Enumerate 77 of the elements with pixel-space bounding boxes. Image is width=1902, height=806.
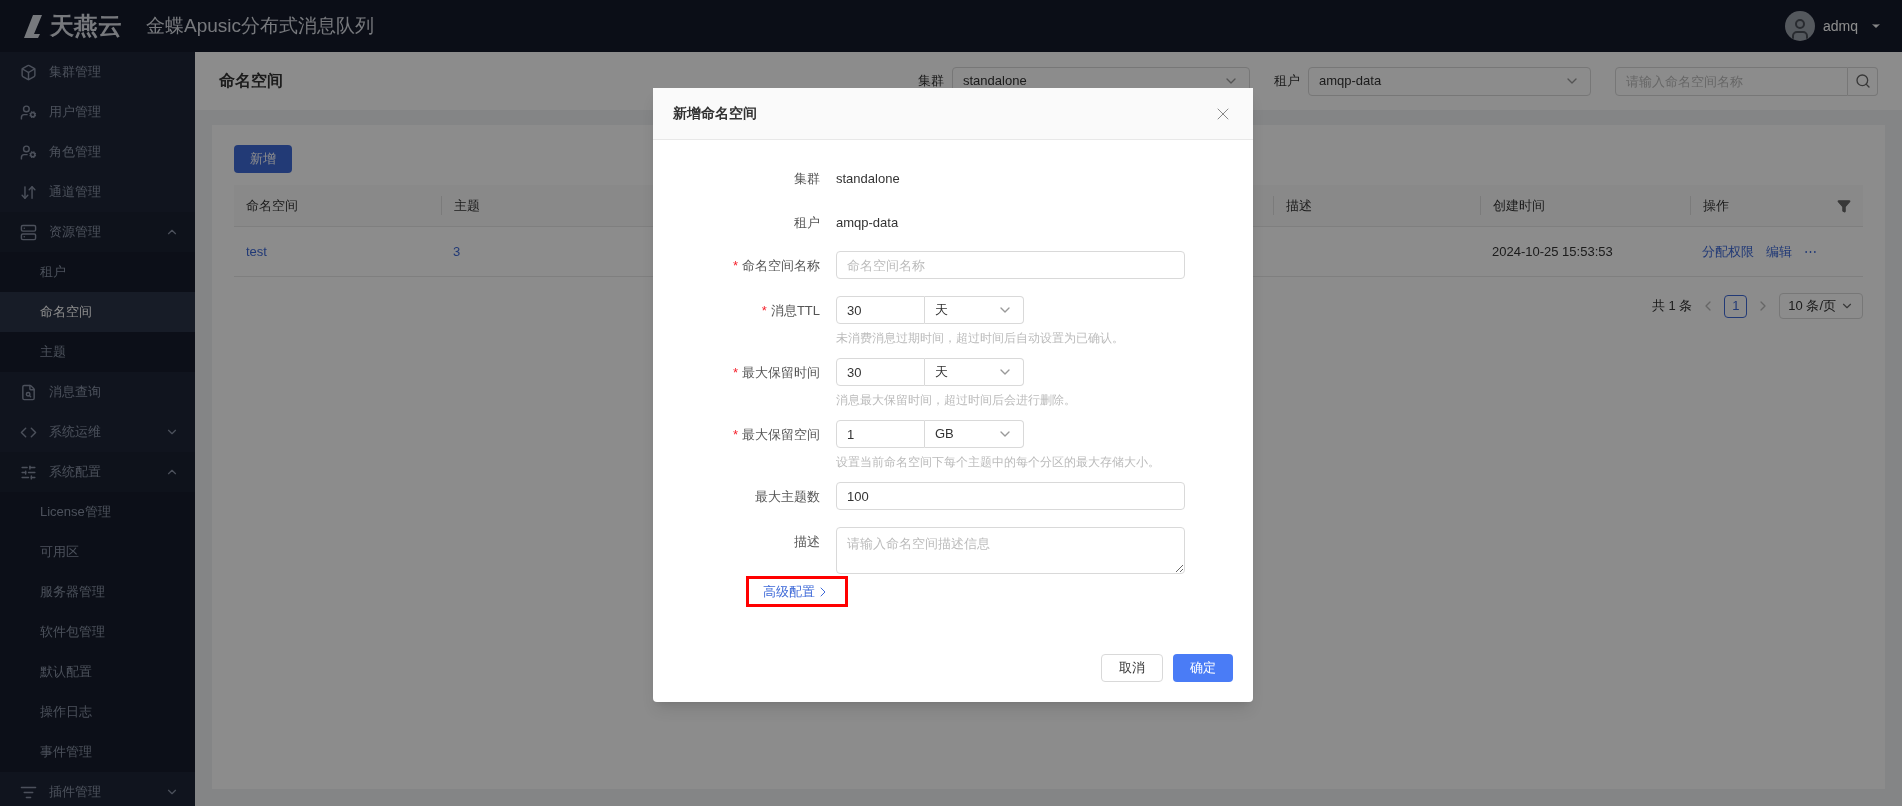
- filter-label: 租户: [1274, 72, 1300, 91]
- table-cell: 2024-10-25 15:53:53: [1492, 243, 1613, 259]
- sidebar-subitem[interactable]: 默认配置: [0, 652, 195, 692]
- page-size-select[interactable]: 10 条/页: [1779, 293, 1863, 319]
- unit-select[interactable]: GB: [925, 420, 1024, 448]
- sidebar-subitem[interactable]: 租户: [0, 252, 195, 292]
- field-hint: 消息最大保留时间，超过时间后会进行删除。: [836, 392, 1076, 409]
- description-field[interactable]: 请输入命名空间描述信息: [836, 527, 1185, 574]
- column-header: 描述: [1286, 196, 1313, 215]
- field-label: 最大主题数: [755, 489, 820, 504]
- filter-label: 集群: [918, 72, 944, 91]
- number-field[interactable]: 1: [836, 420, 925, 448]
- field-label: 最大保留空间: [742, 427, 820, 442]
- menu-icon: [20, 463, 37, 481]
- field-label: 消息TTL: [770, 303, 820, 318]
- required-asterisk: *: [732, 258, 738, 273]
- action-link[interactable]: 编辑: [1766, 241, 1792, 262]
- number-field[interactable]: 30: [836, 358, 925, 386]
- search-button[interactable]: [1848, 66, 1878, 96]
- filter-select[interactable]: amqp-data: [1308, 66, 1591, 96]
- app-title: 金蝶Apusic分布式消息队列: [146, 13, 376, 38]
- column-header: 主题: [454, 196, 481, 215]
- column-header: 操作: [1703, 196, 1730, 215]
- field-hint: 未消费消息过期时间，超过时间后自动设置为已确认。: [836, 330, 1124, 347]
- confirm-button[interactable]: 确定: [1173, 654, 1233, 682]
- sidebar-item[interactable]: 系统运维: [49, 422, 165, 442]
- menu-icon: [20, 383, 37, 401]
- sidebar-subitem[interactable]: 服务器管理: [0, 572, 195, 612]
- sidebar-subitem[interactable]: License管理: [0, 492, 195, 532]
- sidebar-subitem[interactable]: 可用区: [0, 532, 195, 572]
- field-hint: 设置当前命名空间下每个主题中的每个分区的最大存储大小。: [836, 454, 1160, 471]
- field-label: 最大保留时间: [742, 365, 820, 380]
- field-label: 命名空间名称: [742, 258, 820, 273]
- table-link[interactable]: test: [246, 243, 267, 259]
- field-label: 租户: [794, 215, 820, 230]
- filter-icon[interactable]: [1837, 198, 1851, 213]
- required-asterisk: *: [732, 427, 738, 442]
- page-button[interactable]: 1: [1724, 294, 1748, 318]
- menu-icon: [20, 183, 37, 201]
- field-value: standalone: [836, 170, 900, 188]
- action-link[interactable]: ⋯: [1804, 241, 1817, 262]
- unit-select[interactable]: 天: [925, 296, 1024, 324]
- sidebar-item[interactable]: 系统配置: [49, 462, 165, 482]
- menu-icon: [20, 103, 37, 121]
- page-title: 命名空间: [219, 71, 284, 91]
- menu-icon: [20, 63, 37, 81]
- field-value: amqp-data: [836, 214, 899, 232]
- sidebar-subitem[interactable]: 软件包管理: [0, 612, 195, 652]
- field-label: 集群: [794, 171, 820, 186]
- menu-icon: [20, 143, 37, 161]
- cancel-button[interactable]: 取消: [1101, 654, 1163, 682]
- required-asterisk: *: [761, 303, 767, 318]
- sidebar-subitem[interactable]: 操作日志: [0, 692, 195, 732]
- required-asterisk: *: [732, 365, 738, 380]
- column-header: 命名空间: [246, 196, 299, 215]
- dialog-title: 新增命名空间: [673, 104, 758, 123]
- column-header: 创建时间: [1493, 196, 1546, 215]
- advanced-settings-link[interactable]: 高级配置: [746, 576, 848, 607]
- search-icon: [1854, 73, 1871, 89]
- action-link[interactable]: 分配权限: [1702, 241, 1754, 262]
- sidebar-item[interactable]: 资源管理: [49, 222, 165, 242]
- table-link[interactable]: 3: [453, 243, 461, 259]
- sidebar-subitem[interactable]: 主题: [0, 332, 195, 372]
- number-field[interactable]: 30: [836, 296, 925, 324]
- logo-text: 天燕云: [50, 11, 122, 41]
- avatar[interactable]: [1784, 11, 1815, 41]
- text-field[interactable]: 100: [836, 482, 1185, 510]
- field-label: 描述: [794, 534, 820, 549]
- unit-select[interactable]: 天: [925, 358, 1024, 386]
- sidebar-subitem[interactable]: 命名空间: [0, 292, 195, 332]
- menu-icon: [20, 223, 37, 241]
- total-count: 共 1 条: [1651, 297, 1693, 316]
- sidebar-item[interactable]: 消息查询: [49, 382, 179, 402]
- sidebar-subitem[interactable]: 事件管理: [0, 732, 195, 772]
- new-button[interactable]: 新增: [234, 145, 292, 173]
- text-field[interactable]: 命名空间名称: [836, 251, 1185, 279]
- user-name[interactable]: admq: [1822, 15, 1858, 37]
